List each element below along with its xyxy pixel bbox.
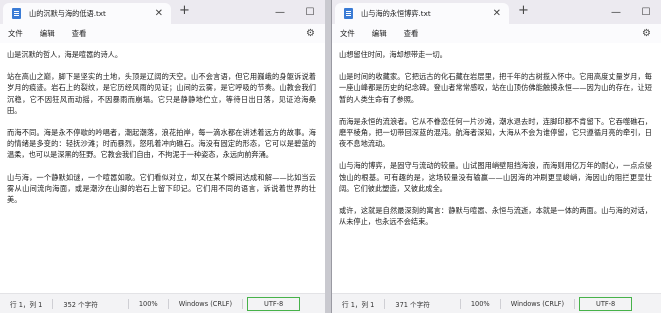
paragraph: 山与海，一个静默如谜，一个喧嚣如歌。它们看似对立，却又在某个瞬间达成和解——比如… [7, 172, 316, 205]
plus-icon[interactable]: + [179, 4, 190, 17]
minimize-icon[interactable]: — [601, 0, 631, 24]
menu-edit[interactable]: 编辑 [372, 28, 387, 39]
notepad-window-right: 山与海的永恒博弈.txt ✕ + — ☐ 文件 编辑 查看 ⚙ 山想留住时间，海… [331, 0, 661, 313]
menu-edit[interactable]: 编辑 [40, 28, 55, 39]
zoom-level[interactable]: 100% [471, 300, 490, 308]
menu-file[interactable]: 文件 [340, 28, 355, 39]
paragraph: 站在高山之巅，脚下是坚实的土地，头顶是辽阔的天空。山不会言语，但它用巍峨的身躯诉… [7, 72, 316, 115]
paragraph: 而海是永恒的流浪者。它从不眷恋任何一片沙滩，潮水退去时，连脚印都不肯留下。它吞噬… [339, 116, 652, 149]
maximize-icon[interactable]: ☐ [631, 0, 661, 24]
menu-bar: 文件 编辑 查看 [0, 24, 325, 43]
line-ending[interactable]: Windows (CRLF) [179, 300, 232, 308]
line-ending[interactable]: Windows (CRLF) [511, 300, 564, 308]
cursor-position: 行 1，列 1 [342, 300, 375, 309]
status-bar: 行 1，列 1 352 个字符 100% Windows (CRLF) UTF-… [0, 293, 325, 313]
menu-bar: 文件 编辑 查看 [332, 24, 661, 43]
text-editor[interactable]: 山是沉默的哲人，海是喧嚣的诗人。 站在高山之巅，脚下是坚实的土地，头顶是辽阔的天… [0, 43, 325, 293]
menu-file[interactable]: 文件 [8, 28, 23, 39]
paragraph: 或许，这就是自然最深刻的寓言：静默与喧嚣、永恒与流逝，本就是一体的两面。山与海的… [339, 206, 652, 227]
maximize-icon[interactable]: ☐ [295, 0, 325, 24]
paragraph: 山想留住时间，海却想带走一切。 [339, 50, 447, 59]
minimize-icon[interactable]: — [265, 0, 295, 24]
title-bar[interactable]: 山与海的永恒博弈.txt ✕ + — ☐ [332, 0, 661, 24]
menu-view[interactable]: 查看 [404, 28, 419, 39]
zoom-level[interactable]: 100% [139, 300, 158, 308]
file-tab[interactable]: 山的沉默与海的低语.txt ✕ [3, 3, 171, 24]
cursor-position: 行 1，列 1 [10, 300, 43, 309]
notepad-window-left: 山的沉默与海的低语.txt ✕ + — ☐ 文件 编辑 查看 ⚙ 山是沉默的哲人… [0, 0, 325, 313]
encoding[interactable]: UTF-8 [247, 296, 301, 311]
text-editor[interactable]: 山想留住时间，海却想带走一切。 山是时间的收藏家。它把远古的化石藏在岩层里，把千… [332, 43, 661, 293]
notepad-file-icon [344, 8, 353, 19]
paragraph: 而海不同。海是永不停歇的吟唱者，潮起潮落，浪花拍岸，每一滴水都在讲述着远方的故事… [7, 128, 316, 160]
menu-view[interactable]: 查看 [72, 28, 87, 39]
paragraph: 山是沉默的哲人，海是喧嚣的诗人。 [7, 50, 123, 59]
encoding[interactable]: UTF-8 [579, 296, 633, 311]
gear-icon[interactable]: ⚙ [642, 24, 651, 43]
status-bar: 行 1，列 1 371 个字符 100% Windows (CRLF) UTF-… [332, 293, 661, 313]
char-count: 352 个字符 [63, 300, 98, 309]
char-count: 371 个字符 [395, 300, 430, 309]
plus-icon[interactable]: + [518, 4, 529, 17]
close-icon[interactable]: ✕ [155, 8, 163, 19]
notepad-file-icon [12, 8, 21, 19]
tab-title: 山的沉默与海的低语.txt [29, 8, 106, 18]
file-tab[interactable]: 山与海的永恒博弈.txt ✕ [335, 3, 509, 24]
title-bar[interactable]: 山的沉默与海的低语.txt ✕ + — ☐ [0, 0, 325, 24]
tab-title: 山与海的永恒博弈.txt [361, 8, 431, 18]
gear-icon[interactable]: ⚙ [306, 24, 315, 43]
paragraph: 山是时间的收藏家。它把远古的化石藏在岩层里，把千年的古树揽入怀中。它用高度丈量岁… [339, 72, 652, 104]
close-icon[interactable]: ✕ [493, 8, 501, 19]
paragraph: 山与海的博弈，是固守与流动的较量。山试图用峭壁阻挡海浪，而海则用亿万年的耐心，一… [339, 161, 652, 193]
